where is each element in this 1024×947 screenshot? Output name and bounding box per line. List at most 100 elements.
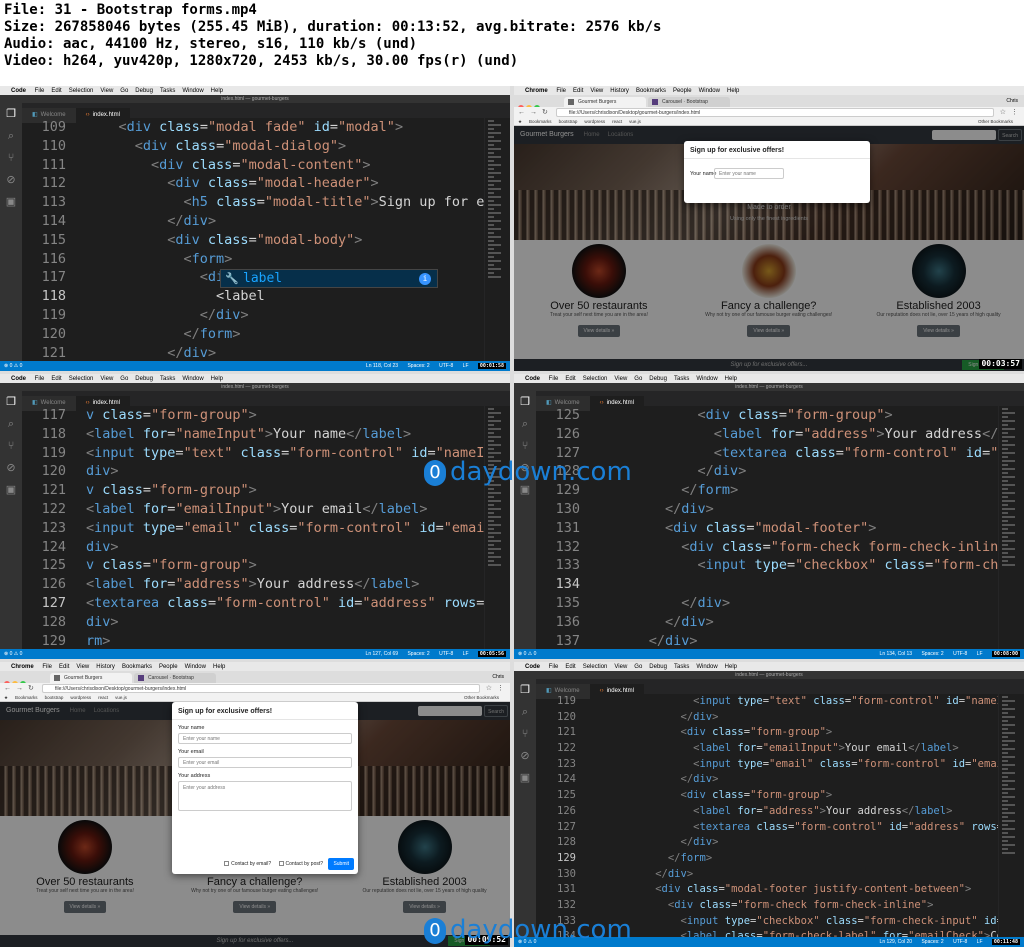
code-line[interactable]: 135 </div> <box>536 594 998 613</box>
browser-tab-gourmet[interactable]: Gourmet Burgers <box>564 97 646 107</box>
name-input[interactable]: Enter your name <box>178 733 352 744</box>
reload-icon[interactable]: ↻ <box>542 107 548 118</box>
menu-item[interactable]: View <box>614 376 627 382</box>
code-line[interactable]: 123 <input type="email" class="form-contr… <box>22 519 484 538</box>
menu-item[interactable]: Go <box>120 88 128 94</box>
code-line[interactable]: 126 <label for="address">Your address</l… <box>536 804 998 820</box>
menu-item[interactable]: Window <box>182 376 203 382</box>
source-control-icon[interactable]: ⑂ <box>514 435 536 457</box>
menu-item[interactable]: Tasks <box>160 88 175 94</box>
menu-item[interactable]: File <box>549 376 559 382</box>
submit-button[interactable]: Submit <box>328 858 354 870</box>
app-name[interactable]: Code <box>525 376 540 382</box>
menu-item[interactable]: Tasks <box>674 664 689 670</box>
other-bookmarks[interactable]: Other Bookmarks <box>464 694 499 702</box>
bookmark-item[interactable]: vue.js <box>629 119 641 124</box>
code-line[interactable]: 118 <label <box>22 287 484 306</box>
code-line[interactable]: 120 div> <box>22 462 484 481</box>
code-line[interactable]: 125 <div class="form-group"> <box>536 406 998 425</box>
encoding[interactable]: UTF-8 <box>439 651 453 657</box>
menu-item[interactable]: Tasks <box>674 376 689 382</box>
code-line[interactable]: 117 v class="form-group"> <box>22 406 484 425</box>
menu-item[interactable]: Go <box>120 376 128 382</box>
code-line[interactable]: 119 <input type="text" class="form-contr… <box>536 694 998 710</box>
code-editor[interactable]: 117 v class="form-group"> 118 <label for="n… <box>22 406 484 649</box>
code-line[interactable]: 128 </div> <box>536 835 998 851</box>
menu-item[interactable]: Debug <box>649 664 667 670</box>
code-line[interactable]: 118 <label for="nameInput">Your name</lab… <box>22 425 484 444</box>
code-line[interactable]: 119 <input type="text" class="form-contro… <box>22 444 484 463</box>
menu-item[interactable]: File <box>42 664 52 670</box>
menu-item[interactable]: Tasks <box>160 376 175 382</box>
encoding[interactable]: UTF-8 <box>439 363 453 369</box>
problems-count[interactable]: ⊗ 0 ⚠ 0 <box>4 363 22 369</box>
profile-name[interactable]: Chris <box>1006 95 1018 107</box>
code-line[interactable]: 131 <div class="modal-footer"> <box>536 519 998 538</box>
indent-spaces[interactable]: Spaces: 2 <box>407 363 429 369</box>
code-line[interactable]: 111 <div class="modal-content"> <box>22 156 484 175</box>
menu-item[interactable]: View <box>100 376 113 382</box>
source-control-icon[interactable]: ⑂ <box>0 147 22 169</box>
profile-name[interactable]: Chris <box>492 671 504 683</box>
extensions-icon[interactable]: ▣ <box>0 479 22 501</box>
debug-icon[interactable]: ⊘ <box>0 169 22 191</box>
email-checkbox[interactable] <box>224 861 230 867</box>
menu-items[interactable]: File Edit Selection View Go Debug Tasks Window H… <box>549 664 744 670</box>
indent-spaces[interactable]: Spaces: 2 <box>921 651 943 657</box>
bookmark-item[interactable]: Bookmarks <box>529 119 552 124</box>
indent-spaces[interactable]: Spaces: 2 <box>921 939 943 945</box>
menu-item[interactable]: File <box>35 376 45 382</box>
bookmark-item[interactable]: wordpress <box>70 695 91 700</box>
code-line[interactable]: 132 <div class="form-check form-check-in… <box>536 538 998 557</box>
menu-item[interactable]: Edit <box>573 88 583 94</box>
code-line[interactable]: 122 <label for="emailInput">Your email</… <box>536 741 998 757</box>
back-icon[interactable]: ← <box>4 683 11 694</box>
code-line[interactable]: 133 <input type="checkbox" class="form-c… <box>536 556 998 575</box>
name-input[interactable]: Enter your name <box>714 168 784 179</box>
source-control-icon[interactable]: ⑂ <box>0 435 22 457</box>
bookmark-item[interactable]: vue.js <box>115 695 127 700</box>
encoding[interactable]: UTF-8 <box>953 939 967 945</box>
menu-item[interactable]: Window <box>182 88 203 94</box>
menu-items[interactable]: File Edit Selection View Go Debug Tasks Window H… <box>35 88 230 94</box>
menu-items[interactable]: File Edit View History Bookmarks People Window… <box>42 664 232 670</box>
url-input[interactable]: file:///Users/chrisdixon/Desktop/gourmet… <box>42 684 480 693</box>
menu-item[interactable]: Help <box>213 664 225 670</box>
menu-item[interactable]: File <box>549 664 559 670</box>
bookmark-item[interactable]: react <box>98 695 108 700</box>
url-input[interactable]: file:///Users/chrisdixon/Desktop/gourmet… <box>556 108 994 117</box>
menu-item[interactable]: Edit <box>565 376 575 382</box>
code-line[interactable]: 136 </div> <box>536 613 998 632</box>
code-editor[interactable]: 109 <div class="modal fade" id="modal"> 1… <box>22 118 484 361</box>
menu-item[interactable]: Edit <box>565 664 575 670</box>
code-line[interactable]: 130 </div> <box>536 500 998 519</box>
explorer-icon[interactable]: ❐ <box>514 391 536 413</box>
other-bookmarks[interactable]: Other Bookmarks <box>978 118 1013 126</box>
menu-item[interactable]: Go <box>634 376 642 382</box>
code-line[interactable]: 110 <div class="modal-dialog"> <box>22 137 484 156</box>
menu-item[interactable]: Window <box>696 376 717 382</box>
menu-item[interactable]: History <box>96 664 115 670</box>
bookmark-item[interactable]: bootstrap <box>45 695 64 700</box>
menu-item[interactable]: Debug <box>135 376 153 382</box>
eol[interactable]: LF <box>463 363 469 369</box>
code-line[interactable]: 126 <label for="address">Your address</la… <box>22 575 484 594</box>
code-line[interactable]: 120 </form> <box>22 325 484 344</box>
code-line[interactable]: 124 div> <box>22 538 484 557</box>
back-icon[interactable]: ← <box>518 107 525 118</box>
code-editor[interactable]: 125 <div class="form-group"> 126 <label f… <box>536 406 998 649</box>
problems-count[interactable]: ⊗ 0 ⚠ 0 <box>518 651 536 657</box>
menu-item[interactable]: Help <box>211 88 223 94</box>
info-icon[interactable]: i <box>419 273 431 285</box>
extensions-icon[interactable]: ▣ <box>0 191 22 213</box>
menu-item[interactable]: Bookmarks <box>636 88 666 94</box>
code-line[interactable]: 134 <box>536 575 998 594</box>
eol[interactable]: LF <box>463 651 469 657</box>
debug-icon[interactable]: ⊘ <box>514 745 536 767</box>
bookmark-item[interactable]: wordpress <box>584 119 605 124</box>
eol[interactable]: LF <box>977 939 983 945</box>
minimap[interactable] <box>998 694 1024 937</box>
menu-item[interactable]: People <box>673 88 692 94</box>
menu-item[interactable]: Window <box>699 88 720 94</box>
minimap[interactable] <box>484 406 510 649</box>
